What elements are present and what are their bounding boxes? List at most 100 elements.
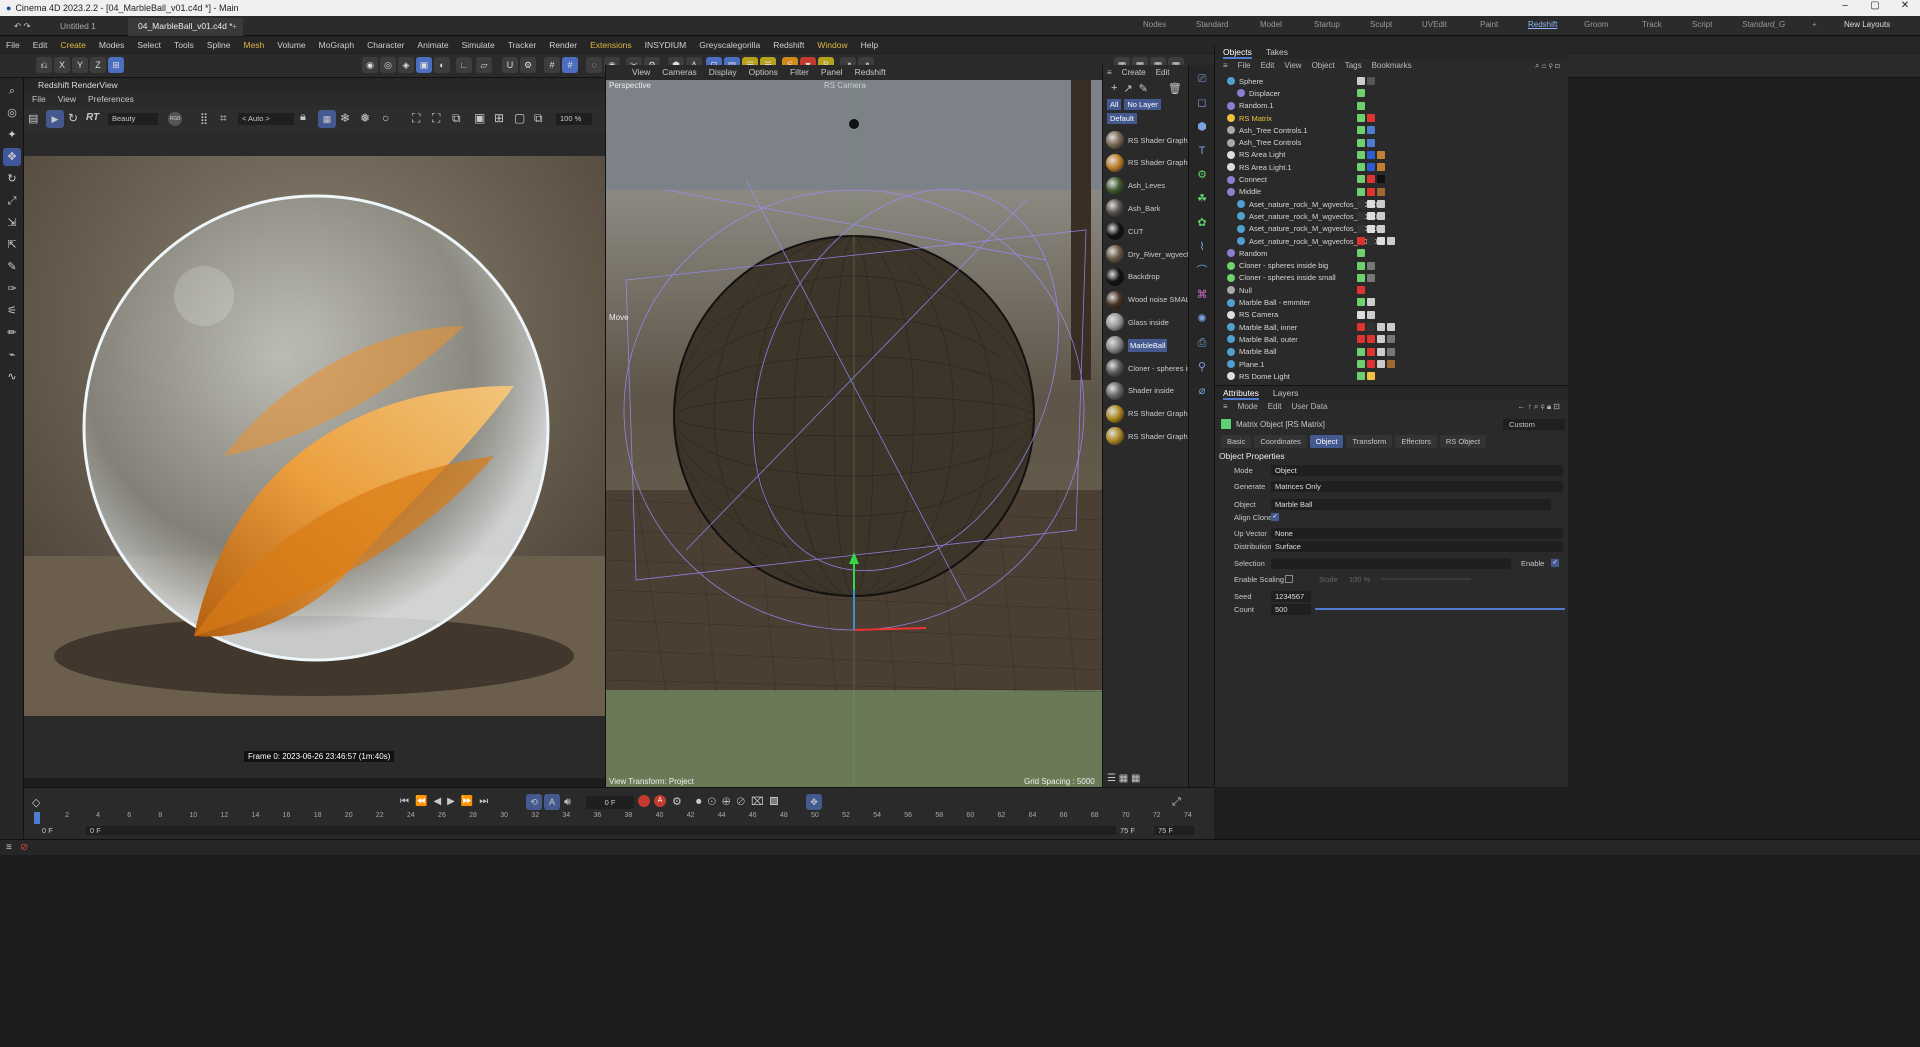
cube-outline-icon[interactable]: ◻ bbox=[1192, 93, 1212, 113]
aov-select[interactable]: Beauty bbox=[108, 113, 158, 125]
object-row[interactable]: Aset_nature_rock_M_wgvecfos_LOD0 bbox=[1215, 235, 1569, 247]
tag-icon[interactable] bbox=[1377, 335, 1385, 344]
object-row[interactable]: Aset_nature_rock_M_wgvecfos_LOD0.1 bbox=[1215, 223, 1569, 235]
hamburger-icon[interactable]: ≡ bbox=[1223, 59, 1228, 72]
polygons-mode-icon[interactable]: ▣ bbox=[416, 57, 432, 73]
tag-icon[interactable] bbox=[1357, 150, 1365, 159]
deformer-icon[interactable]: ⌇ bbox=[1192, 237, 1212, 257]
view-mode-icon[interactable]: ☰ ▦ ▦ bbox=[1107, 773, 1140, 784]
menu-insydium[interactable]: INSYDIUM bbox=[645, 40, 687, 50]
scale-icon[interactable]: ⤢ bbox=[3, 192, 21, 210]
camera-select[interactable]: < Auto > bbox=[238, 113, 294, 125]
menu-edit[interactable]: Edit bbox=[33, 40, 48, 50]
tag-icon[interactable] bbox=[1377, 150, 1385, 159]
pen-icon[interactable]: ✎ bbox=[1139, 82, 1148, 95]
x-axis-icon[interactable]: X bbox=[54, 57, 70, 73]
tag-icon[interactable] bbox=[1367, 150, 1375, 159]
tag-icon[interactable] bbox=[1357, 77, 1365, 85]
material-item[interactable]: Shader inside bbox=[1103, 380, 1189, 402]
bucket-grid-icon[interactable]: ▦ bbox=[318, 110, 336, 128]
nav-arrows-icon[interactable]: ← ↑ ⌕ ⚲ 🔒︎ ⊡ bbox=[1517, 400, 1560, 413]
doc-tab-untitled[interactable]: Untitled 1 bbox=[50, 18, 106, 36]
rv-zoom-field[interactable]: 100 % bbox=[556, 113, 592, 125]
attr-count-field[interactable]: 500 bbox=[1271, 603, 1311, 615]
range-end-bar[interactable]: 75 F bbox=[1120, 826, 1135, 835]
tag-icon[interactable] bbox=[1357, 335, 1365, 344]
menu-character[interactable]: Character bbox=[367, 40, 404, 50]
select-icon[interactable]: ◎ bbox=[3, 104, 21, 122]
menu-animate[interactable]: Animate bbox=[417, 40, 448, 50]
tag-icon[interactable] bbox=[1377, 187, 1385, 196]
object-row[interactable]: Marble Ball, outer bbox=[1215, 333, 1569, 345]
object-row[interactable]: Displacer bbox=[1215, 87, 1569, 99]
add-icon[interactable]: + bbox=[1111, 82, 1117, 94]
range-start-bar[interactable]: 0 F bbox=[86, 826, 1116, 835]
tag-icon[interactable] bbox=[1377, 224, 1385, 233]
material-item[interactable]: Wood noise SMALL bbox=[1103, 289, 1189, 311]
attr-tab-basic[interactable]: Basic bbox=[1221, 435, 1252, 448]
tab-layers[interactable]: Layers bbox=[1273, 386, 1299, 400]
effector-icon[interactable]: ✿ bbox=[1192, 213, 1212, 233]
menu-render[interactable]: Render bbox=[549, 40, 577, 50]
points-mode-icon[interactable]: ◎ bbox=[380, 57, 396, 73]
obj-menu-bookmarks[interactable]: Bookmarks bbox=[1372, 59, 1412, 72]
environment-icon[interactable]: ✺ bbox=[1192, 309, 1212, 329]
object-row[interactable]: Random bbox=[1215, 247, 1569, 259]
tag-icon[interactable] bbox=[1367, 347, 1375, 356]
spline-tool-icon[interactable]: ⌒ bbox=[1192, 261, 1212, 281]
tag-icon[interactable] bbox=[1377, 236, 1385, 245]
tag-icon[interactable] bbox=[1367, 175, 1375, 184]
attr-tab-coordinates[interactable]: Coordinates bbox=[1254, 435, 1307, 448]
tab-attributes[interactable]: Attributes bbox=[1223, 386, 1259, 400]
vp-menu-display[interactable]: Display bbox=[709, 65, 737, 79]
rgb-channel-button[interactable]: RGB bbox=[168, 112, 182, 126]
axis-transform-icon[interactable]: ⇱ bbox=[3, 236, 21, 254]
tag-icon[interactable] bbox=[1367, 212, 1375, 221]
obj-menu-object[interactable]: Object bbox=[1312, 59, 1335, 72]
rv-menu-view[interactable]: View bbox=[58, 92, 76, 106]
material-item[interactable]: Ash_Leves bbox=[1103, 175, 1189, 197]
rv-menu-preferences[interactable]: Preferences bbox=[88, 92, 134, 106]
filter-default[interactable]: Default bbox=[1107, 112, 1137, 124]
hamburger-icon[interactable]: ≡ bbox=[1223, 400, 1228, 413]
tag-icon[interactable] bbox=[1367, 236, 1375, 245]
attr-seed-field[interactable]: 1234567 bbox=[1271, 590, 1311, 602]
tag-icon[interactable] bbox=[1367, 138, 1375, 147]
tag-icon[interactable] bbox=[1357, 286, 1365, 295]
attr-up-vector-select[interactable]: None bbox=[1271, 527, 1563, 539]
trash-icon[interactable]: 🗑︎ bbox=[1168, 82, 1182, 95]
move-icon[interactable]: ✥ bbox=[3, 148, 21, 166]
clapper-icon[interactable]: ▤ bbox=[28, 112, 38, 125]
tag-icon[interactable] bbox=[1377, 212, 1385, 221]
circle-icon[interactable]: ○ bbox=[382, 111, 389, 125]
tag-icon[interactable] bbox=[1377, 359, 1385, 368]
tab-takes[interactable]: Takes bbox=[1266, 45, 1288, 59]
loop-icon[interactable]: ⟲ bbox=[526, 794, 542, 810]
object-row[interactable]: Cloner - spheres inside big bbox=[1215, 260, 1569, 272]
material-item[interactable]: Cloner - spheres ins bbox=[1103, 357, 1189, 379]
vp-menu-panel[interactable]: Panel bbox=[821, 65, 843, 79]
menu-help[interactable]: Help bbox=[861, 40, 878, 50]
tag-icon[interactable] bbox=[1357, 200, 1365, 208]
fit-2-icon[interactable]: ⛶ bbox=[432, 111, 440, 126]
tag-icon[interactable] bbox=[1357, 89, 1365, 98]
autokey-record-icon[interactable]: A bbox=[654, 795, 666, 807]
tag-icon[interactable] bbox=[1367, 273, 1375, 282]
material-item[interactable]: MarbleBall bbox=[1103, 334, 1189, 356]
status-error-icon[interactable]: ⊘ bbox=[20, 842, 28, 853]
attr-mode-select[interactable]: Object bbox=[1271, 464, 1563, 476]
attr-tab-effectors[interactable]: Effectors bbox=[1395, 435, 1437, 448]
tag-icon[interactable] bbox=[1357, 323, 1365, 331]
keyframe-diamond-icon[interactable]: ◇ bbox=[32, 796, 40, 809]
tag-icon[interactable] bbox=[1387, 323, 1395, 331]
mat-menu-edit[interactable]: Edit bbox=[1156, 68, 1170, 77]
tag-icon[interactable] bbox=[1367, 261, 1375, 270]
layout-tab-sculpt[interactable]: Sculpt bbox=[1370, 20, 1392, 29]
layout-tab-standard-g[interactable]: Standard_G bbox=[1742, 20, 1785, 29]
z-axis-icon[interactable]: Z bbox=[90, 57, 106, 73]
coord-system-icon[interactable]: ⊞ bbox=[108, 57, 124, 73]
snap-icon[interactable]: U bbox=[502, 57, 518, 73]
tag-icon[interactable] bbox=[1357, 261, 1365, 270]
object-row[interactable]: Cloner - spheres inside small bbox=[1215, 272, 1569, 284]
refresh-icon[interactable]: ↻ bbox=[68, 111, 78, 125]
